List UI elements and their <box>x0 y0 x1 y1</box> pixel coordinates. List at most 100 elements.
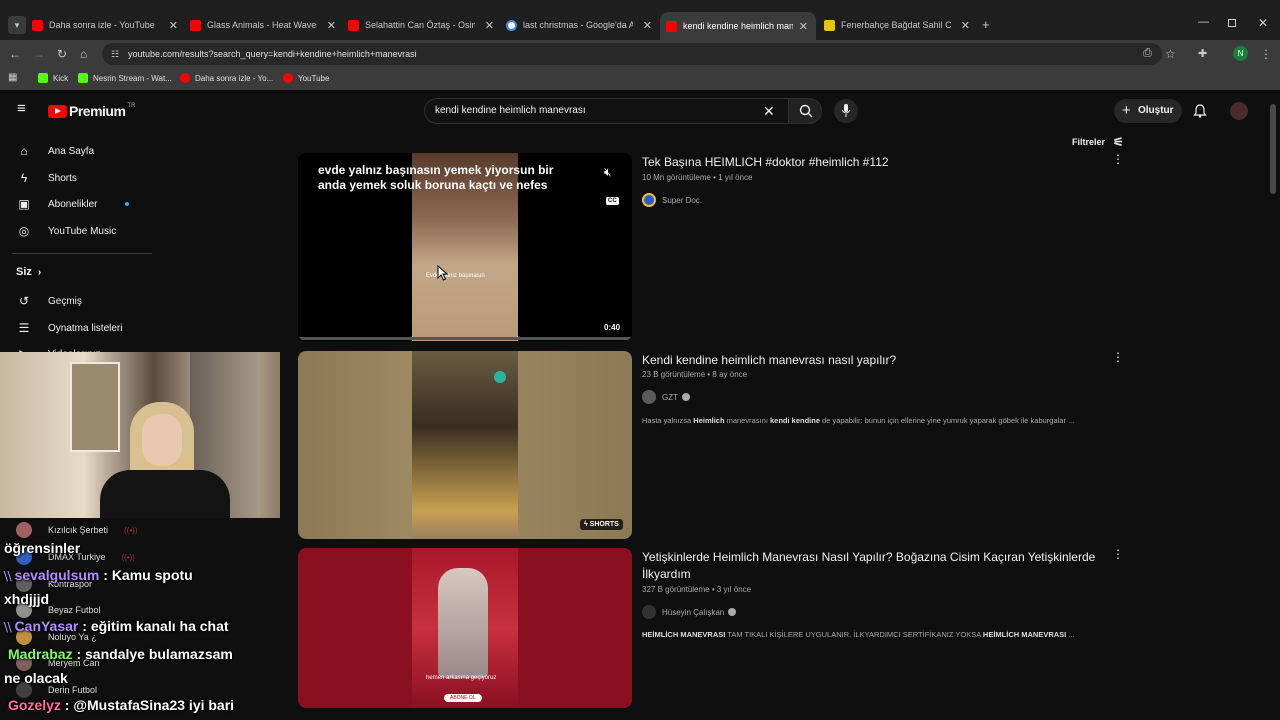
subscribe-overlay: ABONE OL <box>444 694 482 702</box>
more-options-icon[interactable]: ⋮ <box>1112 350 1124 364</box>
menu-kebab-icon[interactable]: ⋮ <box>1260 47 1272 61</box>
more-options-icon[interactable]: ⋮ <box>1112 547 1124 561</box>
chat-text: : @MustafaSina23 iyi bari <box>60 697 235 713</box>
notifications-bell-icon[interactable] <box>1193 104 1207 118</box>
video-title[interactable]: Tek Başına HEIMLICH #doktor #heimlich #1… <box>642 154 1102 171</box>
search-button[interactable] <box>788 98 822 124</box>
extensions-icon[interactable]: ✚ <box>1198 47 1207 60</box>
site-info-icon[interactable]: ☷ <box>111 43 119 65</box>
video-thumbnail[interactable]: hemen arkasına geçiyoruz ABONE OL <box>298 548 632 708</box>
create-button[interactable]: + Oluştur <box>1114 99 1182 123</box>
channel-link[interactable]: GZT <box>642 390 690 404</box>
home-icon[interactable]: ⌂ <box>80 47 87 61</box>
mute-icon[interactable]: 🔇︎ <box>604 165 612 180</box>
subscription-label: Derin Futbol <box>48 685 98 695</box>
chat-message: ⧹⧹ sevalgulsum : Kamu spotu <box>4 567 193 584</box>
more-options-icon[interactable]: ⋮ <box>1112 152 1124 166</box>
browser-tab[interactable]: Glass Animals - Heat Waves - Yo ✕ <box>190 14 338 36</box>
verified-icon <box>682 393 690 401</box>
sidebar-item-music[interactable]: ◎ YouTube Music <box>16 223 116 239</box>
chevron-right-icon: › <box>37 266 42 278</box>
browser-tab[interactable]: last christmas - Google'da Ara ✕ <box>506 14 654 36</box>
forward-icon[interactable]: → <box>33 47 45 61</box>
back-icon[interactable]: ← <box>9 47 21 61</box>
hamburger-menu-icon[interactable]: ≡ <box>17 100 26 117</box>
close-tab-icon[interactable]: ✕ <box>643 19 652 32</box>
browser-tab[interactable]: Daha sonra izle - YouTube ✕ <box>32 14 180 36</box>
video-thumbnail[interactable]: ϟ SHORTS <box>298 351 632 539</box>
reload-icon[interactable]: ↻ <box>57 47 67 61</box>
restore-icon[interactable] <box>1228 19 1236 27</box>
apps-grid-icon[interactable]: ▦ <box>8 72 17 83</box>
scrollbar-thumb[interactable] <box>1270 104 1276 194</box>
new-tab-icon[interactable]: + <box>982 17 990 32</box>
logo-text: Premium <box>69 103 126 119</box>
mouse-cursor-icon <box>437 265 449 281</box>
bookmark-label: YouTube <box>298 73 330 83</box>
youtube-favicon-icon <box>348 19 359 31</box>
minimize-icon[interactable]: — <box>1198 16 1209 28</box>
video-thumbnail[interactable]: evde yalnız başınasın yemek yiyorsun bir… <box>298 153 632 341</box>
sidebar-item-playlists[interactable]: ☰ Oynatma listeleri <box>16 320 123 336</box>
close-tab-icon[interactable]: ✕ <box>799 20 808 33</box>
bookmark-star-icon[interactable]: ☆ <box>1165 47 1176 61</box>
tab-search-icon[interactable]: ▾ <box>8 16 26 34</box>
history-icon: ↺ <box>18 294 30 308</box>
sidebar-item-subscriptions[interactable]: ▣ Abonelikler <box>16 196 130 212</box>
clear-search-icon[interactable]: ✕ <box>763 99 775 123</box>
chat-message: Gozelyz : @MustafaSina23 iyi bari <box>8 697 234 713</box>
video-title[interactable]: Kendi kendine heimlich manevrası nasıl y… <box>642 352 1102 369</box>
close-tab-icon[interactable]: ✕ <box>485 19 494 32</box>
youtube-favicon-icon <box>190 19 201 31</box>
site-favicon-icon <box>824 19 835 31</box>
channel-link[interactable]: Super Doc. <box>642 193 702 207</box>
chat-message: ne olacak <box>4 670 68 686</box>
account-avatar[interactable] <box>1230 102 1248 120</box>
video-title[interactable]: Yetişkinlerde Heimlich Manevrası Nasıl Y… <box>642 549 1102 583</box>
page-scrollbar[interactable] <box>1270 96 1276 716</box>
search-input[interactable]: kendi kendine heimlich manevrası ✕ <box>424 98 788 124</box>
thumbnail-caption: hemen arkasına geçiyoruz <box>426 675 497 681</box>
voice-search-button[interactable] <box>834 99 858 123</box>
sidebar-item-shorts[interactable]: ϟ Shorts <box>16 170 77 186</box>
sidebar-item-history[interactable]: ↺ Geçmiş <box>16 293 82 309</box>
install-app-icon[interactable]: ⎙ <box>1143 47 1152 60</box>
subscription-item[interactable]: Kızılcık Şerbeti ((•)) <box>16 522 138 538</box>
music-icon: ◎ <box>18 224 30 238</box>
kick-icon <box>38 73 48 83</box>
youtube-favicon-icon <box>32 19 43 31</box>
sidebar-item-label: Abonelikler <box>48 198 98 210</box>
browser-tab-active[interactable]: kendi kendine heimlich manevra ✕ <box>660 12 816 40</box>
bookmark-item[interactable]: YouTube <box>283 73 329 83</box>
channel-link[interactable]: Hüseyin Çalışkan <box>642 605 737 619</box>
close-tab-icon[interactable]: ✕ <box>169 19 178 32</box>
logo-country: TR <box>127 103 136 109</box>
sidebar-you-header[interactable]: Siz › <box>16 266 41 278</box>
sidebar-divider <box>12 253 152 254</box>
sidebar-item-label: YouTube Music <box>48 225 117 237</box>
live-icon: ((•)) <box>124 525 138 535</box>
browser-tab[interactable]: Fenerbahçe Bağdat Sahil Cadde ✕ <box>824 14 972 36</box>
close-window-icon[interactable]: ✕ <box>1258 16 1268 30</box>
close-tab-icon[interactable]: ✕ <box>961 19 970 32</box>
bookmark-item[interactable]: Kick <box>38 73 68 83</box>
url-input[interactable]: ☷ youtube.com/results?search_query=kendi… <box>102 43 1162 65</box>
tab-title: Selahattin Can Öztaş - Osimhen <box>365 20 475 30</box>
filters-button[interactable]: Filtreler ⚟ <box>1072 135 1124 149</box>
chat-message: öğrensinler <box>4 540 80 556</box>
sidebar-item-home[interactable]: ⌂ Ana Sayfa <box>16 143 94 159</box>
close-tab-icon[interactable]: ✕ <box>327 19 336 32</box>
chat-text: xhdjjjd <box>4 591 50 607</box>
chat-badge-icon: ⧹⧹ <box>4 571 15 583</box>
microphone-icon <box>841 104 851 117</box>
streamer-jacket <box>100 470 230 518</box>
captions-badge[interactable]: CC <box>606 197 619 205</box>
chat-text: : eğitim kanalı ha chat <box>78 618 229 634</box>
profile-avatar[interactable]: N <box>1233 46 1248 61</box>
bookmark-item[interactable]: Nesrin Stream - Wat... <box>78 73 172 83</box>
bookmark-item[interactable]: Daha sonra izle - Yo... <box>180 73 273 83</box>
chat-text: öğrensinler <box>4 540 81 556</box>
streamer-face <box>142 414 182 466</box>
youtube-logo[interactable]: Premium TR <box>48 103 135 119</box>
browser-tab[interactable]: Selahattin Can Öztaş - Osimhen ✕ <box>348 14 496 36</box>
